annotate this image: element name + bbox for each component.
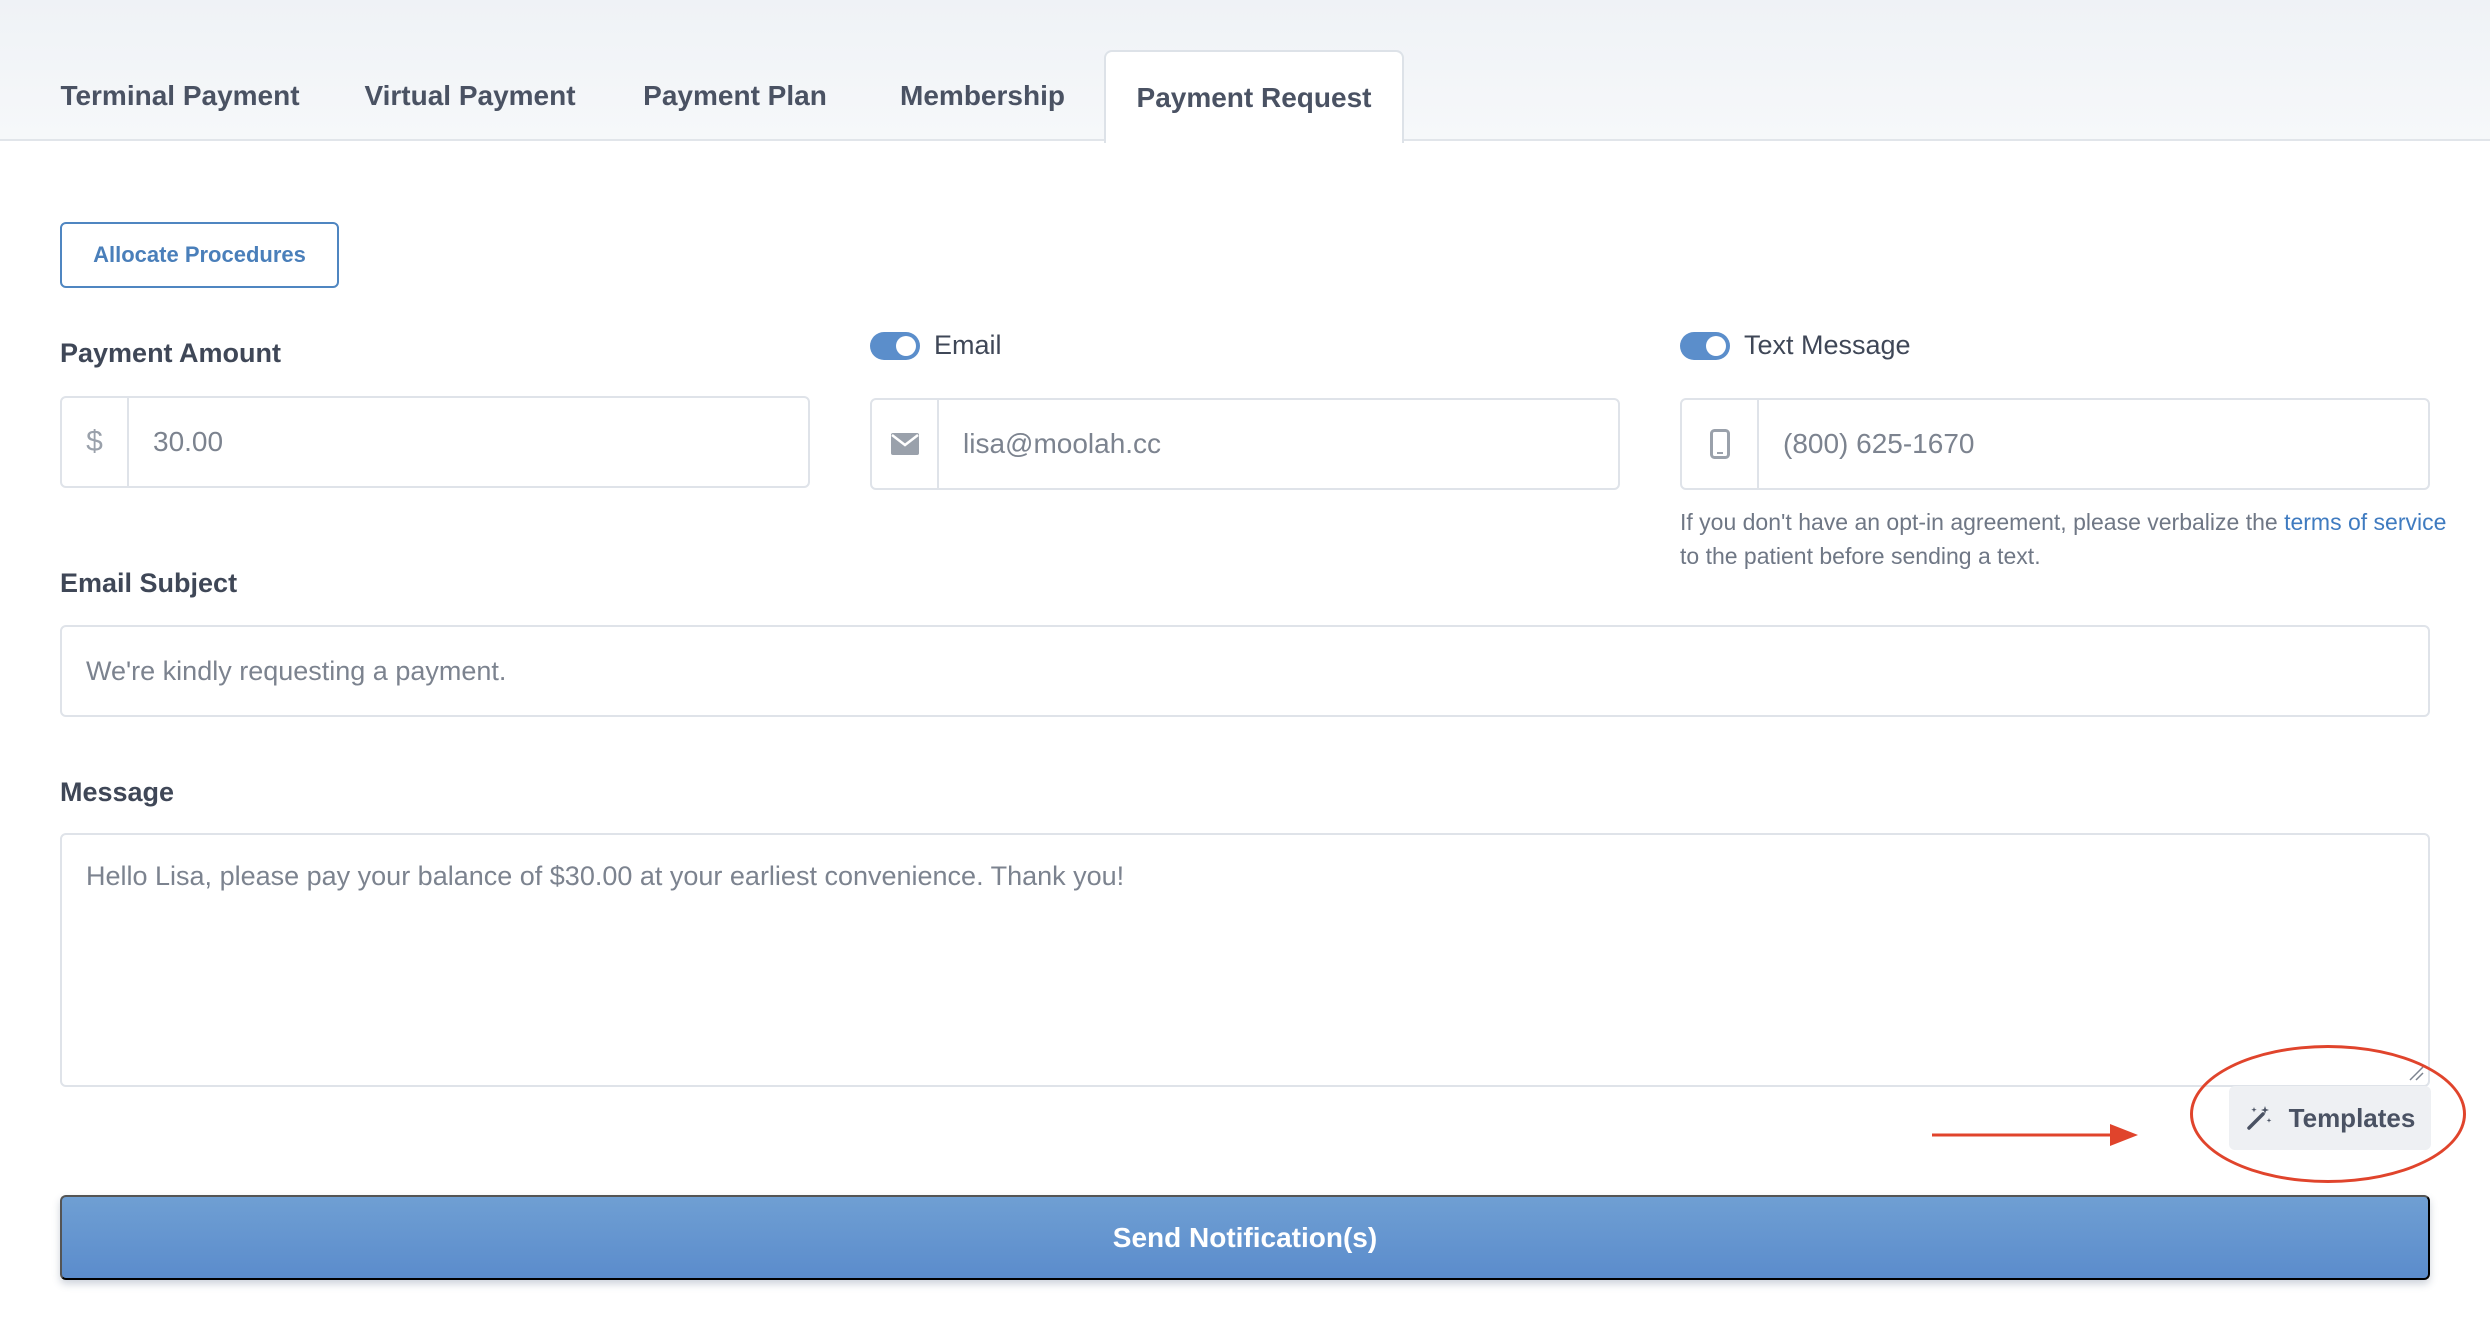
payment-amount-input-group[interactable]: $ 30.00 (60, 396, 810, 488)
tab-bar: Terminal Payment Virtual Payment Payment… (0, 0, 2490, 143)
email-input-group[interactable]: lisa@moolah.cc (870, 398, 1620, 490)
phone-input-group[interactable]: (800) 625-1670 (1680, 398, 2430, 490)
email-field[interactable]: lisa@moolah.cc (939, 400, 1618, 488)
email-subject-label: Email Subject (60, 568, 238, 598)
message-label: Message (60, 777, 175, 807)
text-message-toggle-row: Text Message (1680, 330, 1911, 361)
payment-request-page: Terminal Payment Virtual Payment Payment… (0, 0, 2490, 1336)
send-notifications-button[interactable]: Send Notification(s) (60, 1195, 2430, 1280)
email-toggle-label: Email (934, 330, 1002, 360)
payment-amount-field[interactable]: 30.00 (129, 398, 808, 486)
text-message-toggle-label: Text Message (1744, 330, 1911, 360)
message-text: Hello Lisa, please pay your balance of $… (86, 861, 1125, 891)
tab-payment-request[interactable]: Payment Request (1104, 50, 1404, 143)
email-toggle-row: Email (870, 330, 1002, 361)
tab-payment-plan[interactable]: Payment Plan (625, 50, 845, 142)
email-toggle[interactable] (870, 331, 920, 360)
tab-terminal-payment[interactable]: Terminal Payment (40, 50, 320, 142)
annotation-arrow-icon (1932, 1124, 2138, 1146)
tab-virtual-payment[interactable]: Virtual Payment (335, 50, 605, 142)
message-textarea[interactable]: Hello Lisa, please pay your balance of $… (60, 833, 2430, 1087)
tab-membership[interactable]: Membership (870, 50, 1095, 142)
dollar-icon: $ (62, 398, 129, 486)
payment-amount-label: Payment Amount (60, 338, 282, 368)
terms-of-service-link[interactable]: terms of service (2284, 509, 2446, 535)
annotation-circle (2190, 1045, 2466, 1183)
email-subject-input[interactable]: We're kindly requesting a payment. (60, 625, 2430, 717)
sms-helper-text: If you don't have an opt-in agreement, p… (1680, 509, 2447, 569)
phone-icon (1682, 400, 1759, 488)
phone-field[interactable]: (800) 625-1670 (1759, 400, 2428, 488)
text-message-toggle[interactable] (1680, 331, 1730, 360)
allocate-procedures-button[interactable]: Allocate Procedures (60, 222, 339, 288)
envelope-icon (872, 400, 939, 488)
